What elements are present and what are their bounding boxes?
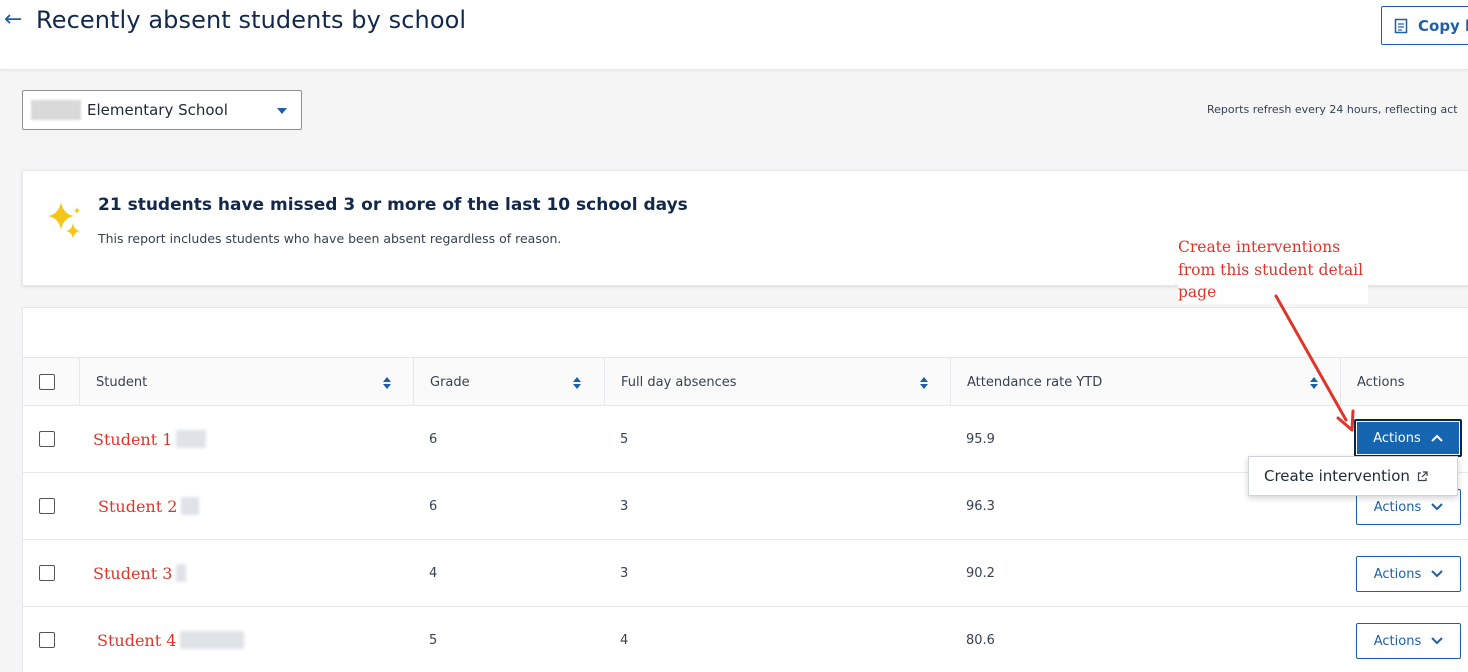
header-grade[interactable]: Grade [413, 358, 604, 406]
student-name[interactable]: Student 4 [97, 631, 176, 650]
actions-button-label: Actions [1373, 499, 1422, 515]
copy-link-button[interactable]: Copy l [1381, 6, 1468, 45]
external-link-icon [1417, 470, 1428, 481]
page-header: ← Recently absent students by school Cop… [0, 0, 1468, 70]
row-checkbox[interactable] [39, 498, 55, 514]
copy-link-label: Copy l [1418, 16, 1468, 35]
summary-title: 21 students have missed 3 or more of the… [98, 195, 688, 215]
student-name[interactable]: Student 3 [93, 564, 172, 583]
summary-description: This report includes students who have b… [98, 231, 562, 246]
header-select-cell [23, 358, 79, 406]
document-icon [1394, 18, 1408, 33]
redacted-name [176, 564, 187, 582]
header-grade-label: Grade [430, 374, 470, 390]
school-select[interactable]: Elementary School [22, 90, 302, 130]
actions-button[interactable]: Actions [1356, 556, 1461, 592]
actions-dropdown-menu: Create intervention [1248, 456, 1458, 496]
attendance-rate-cell: 95.9 [966, 431, 995, 447]
sparkle-icon [48, 202, 80, 239]
sort-icon [383, 377, 391, 389]
grade-cell: 6 [429, 431, 438, 447]
table-row: Student 4 5 4 80.6 Actions [23, 607, 1468, 672]
absences-cell: 5 [620, 431, 629, 447]
absences-cell: 4 [620, 632, 629, 648]
annotation-arrow-icon [1274, 294, 1355, 432]
actions-button-label: Actions [1373, 430, 1421, 446]
student-name[interactable]: Student 1 [93, 430, 172, 449]
redacted-name [181, 497, 200, 515]
actions-button-label: Actions [1373, 633, 1422, 649]
student-cell[interactable]: Student 2 [98, 473, 200, 539]
back-arrow-icon[interactable]: ← [4, 6, 22, 34]
caret-down-icon [277, 108, 287, 114]
student-cell[interactable]: Student 1 [93, 406, 207, 472]
chevron-down-icon [1431, 637, 1443, 645]
chevron-up-icon [1431, 434, 1443, 442]
page-title: Recently absent students by school [36, 6, 467, 34]
student-name[interactable]: Student 2 [98, 497, 177, 516]
redacted-name [176, 430, 207, 448]
school-select-value: Elementary School [87, 101, 228, 119]
absences-cell: 3 [620, 498, 629, 514]
actions-button[interactable]: Actions [1354, 419, 1462, 457]
row-checkbox[interactable] [39, 632, 55, 648]
row-checkbox[interactable] [39, 431, 55, 447]
header-full-day-absences[interactable]: Full day absences [604, 358, 950, 406]
table-row: Student 3 4 3 90.2 Actions [23, 540, 1468, 607]
row-checkbox[interactable] [39, 565, 55, 581]
grade-cell: 4 [429, 565, 438, 581]
student-cell[interactable]: Student 4 [97, 607, 245, 672]
actions-button-label: Actions [1373, 566, 1422, 582]
sort-icon [920, 377, 928, 389]
refresh-note: Reports refresh every 24 hours, reflecti… [1207, 103, 1458, 116]
header-student-label: Student [96, 374, 148, 390]
header-absences-label: Full day absences [621, 374, 737, 390]
create-intervention-menu-item[interactable]: Create intervention [1264, 467, 1410, 485]
header-rate-label: Attendance rate YTD [967, 374, 1103, 390]
attendance-rate-cell: 96.3 [966, 498, 995, 514]
grade-cell: 6 [429, 498, 438, 514]
attendance-rate-cell: 90.2 [966, 565, 995, 581]
attendance-rate-cell: 80.6 [966, 632, 995, 648]
chevron-down-icon [1431, 570, 1443, 578]
absences-cell: 3 [620, 565, 629, 581]
chevron-down-icon [1431, 503, 1443, 511]
student-cell[interactable]: Student 3 [93, 540, 187, 606]
redacted-name [180, 631, 245, 649]
sort-icon [573, 377, 581, 389]
redacted-school-prefix [31, 100, 81, 120]
actions-button[interactable]: Actions [1356, 623, 1461, 659]
header-student[interactable]: Student [79, 358, 413, 406]
grade-cell: 5 [429, 632, 438, 648]
select-all-checkbox[interactable] [39, 374, 55, 390]
table-header-row: Student Grade Full day absences Attendan… [23, 357, 1468, 406]
